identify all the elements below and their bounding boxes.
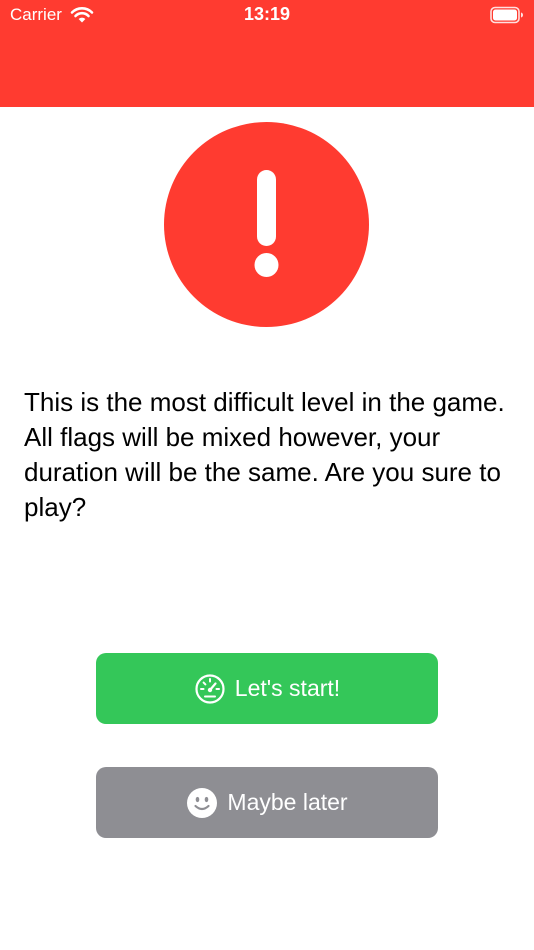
speedometer-icon (194, 673, 226, 705)
exclamation-icon (254, 170, 279, 277)
status-bar: Carrier 13:19 (0, 0, 534, 32)
status-time: 13:19 (243, 4, 291, 24)
screen: Carrier 13:19 This is the most difficult… (0, 0, 534, 950)
header-bar: Carrier 13:19 (0, 0, 534, 107)
alert-icon (164, 122, 369, 327)
maybe-later-button-label: Maybe later (227, 789, 348, 815)
maybe-later-button[interactable]: Maybe later (96, 767, 438, 838)
start-button[interactable]: Let's start! (96, 653, 438, 724)
battery-icon (490, 6, 524, 24)
smiley-face-icon (186, 787, 218, 819)
start-button-label: Let's start! (234, 675, 341, 701)
warning-message: This is the most difficult level in the … (24, 387, 505, 522)
